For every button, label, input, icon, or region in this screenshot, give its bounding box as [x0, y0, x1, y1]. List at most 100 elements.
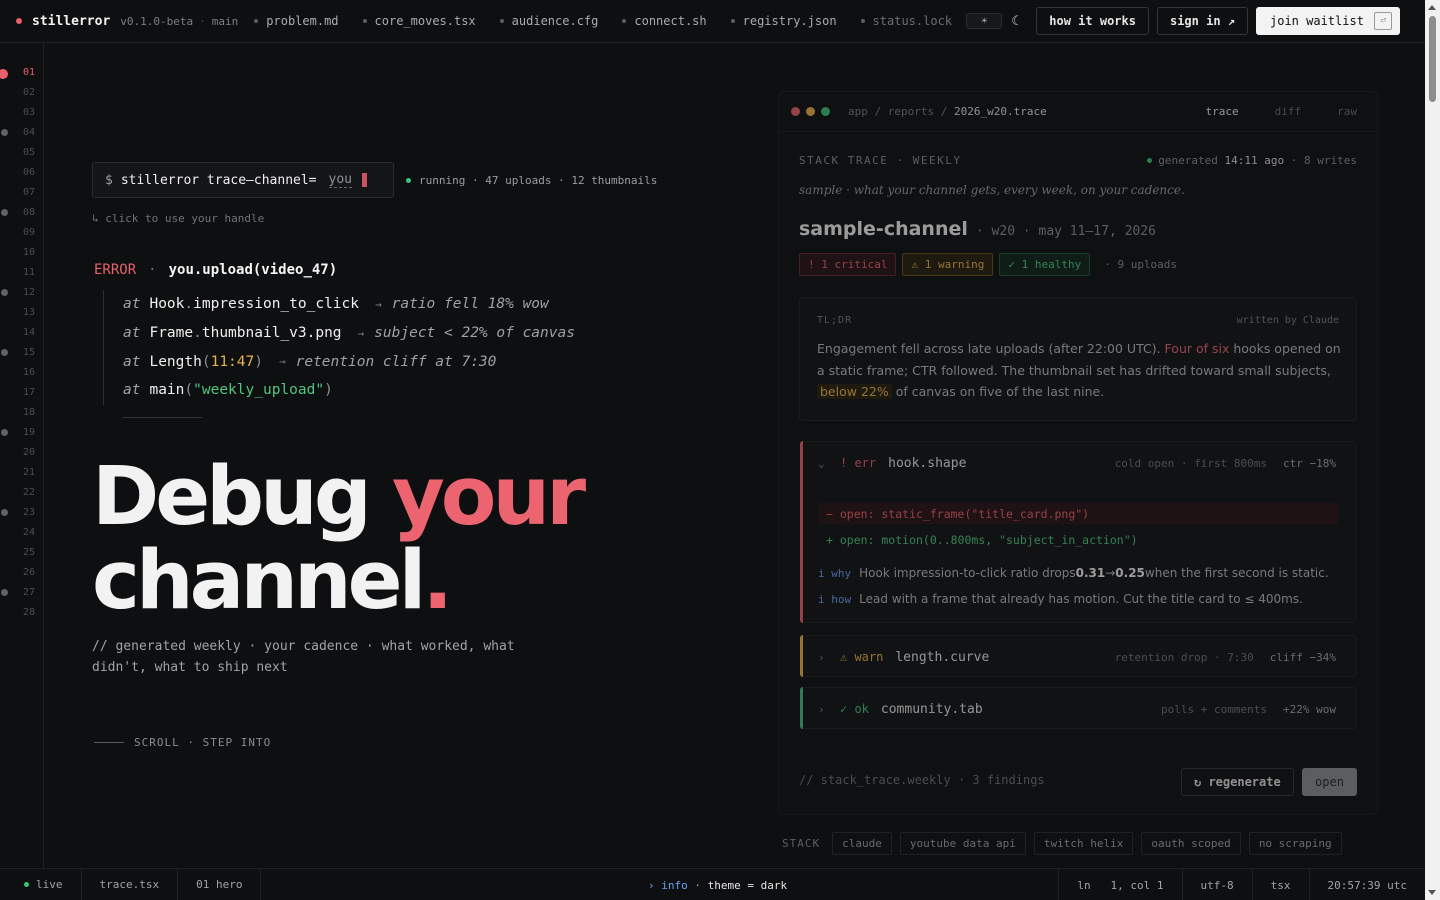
window-maximize-icon: [821, 107, 830, 116]
handle-field[interactable]: you: [328, 172, 352, 188]
theme-toggle[interactable]: ☀ ☾: [966, 8, 1028, 34]
breadcrumb-item[interactable]: app: [848, 105, 868, 118]
language-mode[interactable]: tsx: [1251, 869, 1309, 900]
breakpoint-icon[interactable]: [1, 429, 8, 436]
tab-raw[interactable]: raw: [1337, 105, 1357, 118]
breakpoint-icon[interactable]: [1, 129, 8, 136]
sun-icon[interactable]: ☀: [966, 13, 1003, 29]
cursor-icon: [361, 173, 367, 187]
open-button[interactable]: open: [1302, 768, 1357, 796]
at-keyword: at: [123, 325, 141, 342]
line-number: 01: [23, 67, 36, 78]
subtitle: // generated weekly · your cadence · wha…: [92, 639, 515, 675]
critical-badge: ! 1 critical: [799, 253, 897, 276]
tab-registry[interactable]: registry.json: [730, 14, 837, 28]
card-header[interactable]: › ⚠ warn length.curve retention drop · 7…: [801, 636, 1356, 678]
tab-audience[interactable]: audience.cfg: [499, 14, 598, 28]
finding-name: community.tab: [880, 701, 983, 717]
card-header[interactable]: › ✓ ok community.tab polls + comments +22…: [801, 688, 1356, 730]
dot-icon: [362, 19, 367, 23]
theme-label[interactable]: theme = dark: [708, 879, 787, 892]
tab-trace[interactable]: trace: [1206, 105, 1239, 118]
breakpoint-icon[interactable]: [1, 589, 8, 596]
severity-stripe: [800, 635, 803, 677]
trace-note: subject < 22% of canvas: [374, 325, 575, 342]
status-section[interactable]: 01 hero: [178, 868, 262, 900]
report-preview-panel: app / reports / 2026_w20.trace trace dif…: [778, 91, 1378, 815]
breakpoint-icon[interactable]: [1, 349, 8, 356]
diff-added-line: + open: motion(0..800ms, "subject_in_act…: [826, 532, 1138, 547]
paren: ): [324, 382, 333, 399]
tab-problem[interactable]: problem.md: [254, 14, 339, 28]
generated-time: 14:11 ago: [1224, 154, 1285, 167]
scrollbar-thumb[interactable]: [1429, 16, 1436, 102]
regenerate-button[interactable]: ↻ regenerate: [1181, 768, 1294, 796]
finding-card-warning[interactable]: › ⚠ warn length.curve retention drop · 7…: [800, 635, 1357, 677]
trace-dot: .: [193, 325, 202, 342]
tab-status[interactable]: status.lock: [860, 14, 953, 28]
card-header[interactable]: ⌄ ! err hook.shape cold open · first 800…: [801, 442, 1356, 484]
tab-diff[interactable]: diff: [1275, 105, 1302, 118]
how-it-works-button[interactable]: how it works: [1036, 7, 1149, 35]
moon-icon[interactable]: ☾: [1002, 8, 1028, 34]
line-number: 21: [23, 467, 36, 478]
finding-meta-text: polls + comments: [1161, 702, 1268, 716]
finding-card-ok[interactable]: › ✓ ok community.tab polls + comments +22…: [800, 687, 1357, 729]
cursor-position[interactable]: ln 1, col 1: [1058, 869, 1181, 900]
scroll-label: SCROLL · STEP INTO: [134, 736, 272, 749]
stack-chip: claude: [832, 832, 892, 855]
paren: (: [201, 353, 211, 370]
chevron-right-icon[interactable]: ›: [818, 651, 832, 664]
breakpoint-icon[interactable]: [1, 209, 8, 216]
generated-post: · 8 writes: [1290, 154, 1357, 167]
finding-card-error[interactable]: ⌄ ! err hook.shape cold open · first 800…: [800, 441, 1357, 623]
command-input[interactable]: $ stillerror trace—channel= you: [92, 162, 394, 198]
trace-method: impression_to_click: [193, 296, 359, 313]
level-label: ! err: [840, 456, 877, 470]
at-keyword: at: [123, 382, 141, 399]
dot-icon: [860, 19, 865, 23]
scroll-hint[interactable]: SCROLL · STEP INTO: [94, 736, 271, 749]
tab-label: status.lock: [872, 14, 953, 28]
trace-object: main: [149, 382, 185, 399]
live-label: live: [36, 878, 63, 891]
severity-stripe: [800, 441, 803, 623]
tab-core-moves[interactable]: core_moves.tsx: [362, 14, 476, 28]
breakpoint-icon[interactable]: [1, 289, 8, 296]
channel-title: sample-channel · w20 · may 11–17, 2026: [799, 218, 1156, 240]
dot-icon: [254, 19, 259, 23]
trace-note: retention cliff at 7:30: [295, 353, 497, 370]
status-file[interactable]: trace.tsx: [82, 868, 179, 900]
join-waitlist-label: join waitlist: [1270, 14, 1364, 28]
chevron-right-icon[interactable]: ›: [818, 703, 832, 716]
tab-connect[interactable]: connect.sh: [622, 14, 707, 28]
page-scrollbar[interactable]: [1425, 0, 1440, 900]
join-waitlist-button[interactable]: join waitlist ⏎: [1256, 7, 1400, 35]
scroll-line-icon: [94, 742, 124, 743]
branch-label: main: [211, 14, 239, 28]
encoding[interactable]: utf-8: [1181, 869, 1252, 900]
brand[interactable]: stillerror v0.1.0-beta · main: [0, 0, 238, 42]
line-number: 14: [23, 327, 36, 338]
paren: ): [254, 353, 263, 370]
scroll-up-icon[interactable]: [1428, 5, 1436, 10]
breakpoint-icon[interactable]: [1, 509, 8, 516]
status-right: ln 1, col 1 utf-8 tsx 20:57:39 utc: [1058, 869, 1425, 900]
scroll-down-icon[interactable]: [1428, 890, 1436, 895]
trace-method: thumbnail_v3.png: [201, 325, 342, 342]
error-line: ERROR · you.upload(video_47): [94, 262, 337, 278]
breadcrumb-item[interactable]: reports: [888, 105, 934, 118]
chevron-down-icon[interactable]: ⌄: [818, 457, 832, 470]
running-status: running · 47 uploads · 12 thumbnails: [406, 174, 657, 187]
sign-in-button[interactable]: sign in ↗: [1156, 7, 1248, 35]
at-keyword: at: [123, 296, 141, 313]
diff-removed-line: − open: static_frame("title_card.png"): [818, 503, 1338, 524]
handle-hint[interactable]: ↳ click to use your handle: [92, 212, 264, 225]
line-number: 18: [23, 407, 36, 418]
channel-meta: · w20 · may 11–17, 2026: [975, 224, 1156, 239]
tldr-label: TL;DR: [817, 315, 853, 326]
trace-string: "weekly_upload": [193, 382, 325, 399]
breakpoint-active-icon[interactable]: [0, 69, 8, 79]
line-number: 28: [23, 607, 36, 618]
separator: ·: [148, 262, 157, 278]
